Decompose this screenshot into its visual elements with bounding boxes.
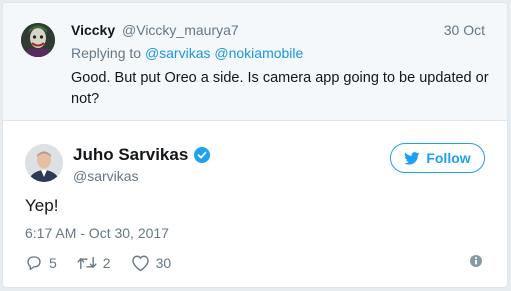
parent-tweet-text: Good. But put Oreo a side. Is camera app… — [71, 70, 489, 107]
tweet-timestamp[interactable]: 6:17 AM - Oct 30, 2017 — [25, 225, 169, 241]
reply-icon — [27, 256, 41, 271]
parent-timestamp[interactable]: 30 Oct — [444, 22, 485, 38]
verified-badge-icon — [194, 147, 211, 163]
replying-to-label: Replying to — [71, 45, 142, 61]
parent-display-name[interactable]: Viccky — [71, 22, 115, 38]
retweet-action[interactable]: 2 — [77, 254, 111, 272]
replying-to-line: Replying to @sarvikas @nokiamobile — [71, 45, 303, 61]
reply-action[interactable]: 5 — [25, 254, 57, 272]
parent-tweet[interactable]: Viccky @Viccky_maurya7 30 Oct Replying t… — [3, 3, 507, 121]
follow-button-label: Follow — [426, 150, 471, 166]
author-name-row: Juho Sarvikas — [73, 145, 211, 165]
tweet-actions: 5 2 30 — [25, 253, 191, 273]
tweet-embed-card: Viccky @Viccky_maurya7 30 Oct Replying t… — [2, 2, 508, 288]
follow-button[interactable]: Follow — [390, 143, 485, 173]
parent-header: Viccky @Viccky_maurya7 — [71, 22, 239, 38]
tweet-text: Yep! — [25, 196, 59, 215]
retweet-icon — [77, 256, 97, 270]
like-action[interactable]: 30 — [131, 254, 172, 272]
parent-handle[interactable]: @Viccky_maurya7 — [122, 22, 239, 38]
reply-count: 5 — [49, 255, 57, 271]
mention-link[interactable]: @nokiamobile — [214, 45, 303, 61]
like-count: 30 — [155, 255, 172, 271]
mention-link[interactable]: @sarvikas — [145, 45, 211, 61]
author-handle[interactable]: @sarvikas — [73, 168, 139, 184]
retweet-count: 2 — [102, 255, 111, 271]
author-avatar[interactable] — [25, 144, 63, 182]
info-icon[interactable] — [469, 254, 483, 273]
heart-icon — [131, 255, 149, 272]
parent-avatar[interactable] — [21, 23, 55, 57]
twitter-bird-icon — [404, 151, 420, 165]
author-display-name[interactable]: Juho Sarvikas — [73, 145, 188, 165]
